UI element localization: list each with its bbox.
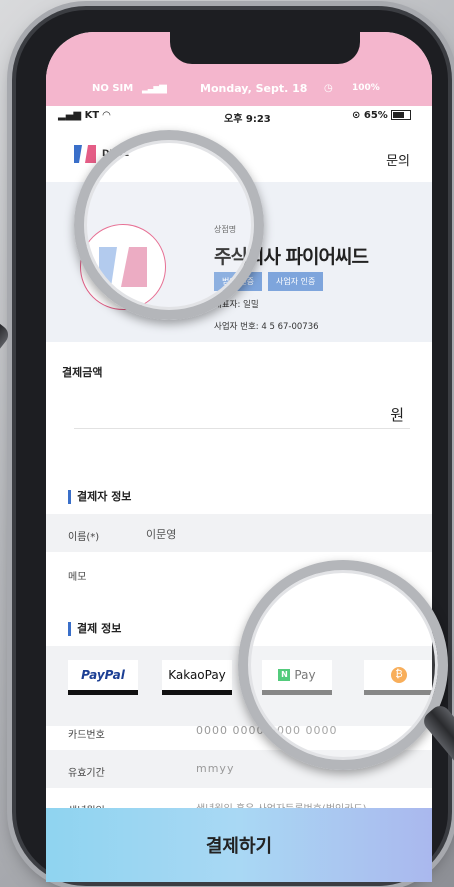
battery-percent: 65% (363, 110, 388, 121)
merchant-biz-number: 사업자 번호: 4 5 67-00736 (214, 322, 319, 332)
card-number-input[interactable]: 0000 0000 0000 0000 (196, 724, 337, 737)
status-time: 오후 9:23 (224, 114, 271, 125)
logo[interactable]: DENL (72, 142, 129, 166)
phone-screen: NO SIM ▂▃▅▆ Monday, Sept. 18 ◷ 100% ▂▄▆ … (46, 32, 432, 882)
npay-button[interactable]: N Pay (262, 660, 332, 695)
payer-memo-label: 메모 (68, 572, 87, 583)
merchant-label: 상점명 (214, 225, 237, 234)
app-header: DENL 문의 (46, 132, 432, 182)
payment-section-title: 결제 정보 (68, 622, 121, 636)
logo-text: DENL (102, 149, 129, 159)
merchant-ceo: 대표자: 일밀 (214, 300, 259, 310)
date-label: Monday, Sept. 18 (200, 81, 308, 95)
inquiry-link[interactable]: 문의 (386, 150, 410, 169)
card-number-label: 카드번호 (68, 730, 105, 741)
expiry-input[interactable]: mmyy (196, 762, 234, 775)
carrier-label: KT (84, 110, 100, 121)
signal-bars-icon: ▂▄▆ (58, 110, 85, 121)
pay-button[interactable]: 결제하기 (46, 808, 432, 882)
status-bar: ▂▄▆ KT ◠ 오후 9:23 ⊙ 65% (46, 108, 432, 126)
kakaopay-button[interactable]: KakaoPay (162, 660, 232, 695)
merchant-name: 주식회사 파이어씨드 (214, 246, 369, 268)
payer-section-title: 결제자 정보 (68, 490, 131, 504)
signal-icon: ▂▃▅▆ (142, 82, 167, 94)
phone-frame: NO SIM ▂▃▅▆ Monday, Sept. 18 ◷ 100% ▂▄▆ … (16, 10, 448, 882)
payer-name-row[interactable]: 이름(*) 이문영 (46, 514, 432, 552)
battery-label: 100% (352, 83, 380, 93)
expiry-label: 유효기간 (68, 768, 105, 779)
amount-title: 결제금액 (62, 366, 103, 379)
paypal-button[interactable]: PayPal (68, 660, 138, 695)
npay-icon: N (278, 669, 291, 681)
notch (170, 32, 360, 64)
wifi-icon: ◠ (102, 110, 111, 121)
clock-icon: ◷ (324, 82, 333, 94)
merchant-card: 상점명 주식회사 파이어씨드 법인 인증 사업자 인증 대표자: 일밀 사업자 … (46, 182, 432, 342)
amount-input[interactable]: 원 (74, 402, 410, 429)
npay-label: Pay (294, 668, 316, 682)
payer-name-value: 이문영 (146, 528, 177, 541)
badge-corporate: 법인 인증 (214, 272, 262, 291)
badge-business: 사업자 인증 (267, 272, 324, 291)
merchant-logo (80, 224, 166, 310)
expiry-row[interactable]: 유효기간 mmyy (46, 750, 432, 788)
bitcoin-icon: ₿ (391, 667, 407, 683)
battery-icon (391, 110, 412, 120)
logo-icon (74, 145, 96, 163)
magnifier-handle (0, 316, 13, 452)
payer-name-label: 이름(*) (68, 532, 100, 543)
alarm-icon: ⊙ (352, 110, 364, 121)
merchant-logo-icon (99, 247, 147, 287)
amount-unit: 원 (390, 406, 404, 424)
merchant-badges: 법인 인증 사업자 인증 (214, 272, 324, 291)
payer-memo-row[interactable]: 메모 (46, 554, 432, 592)
nosim-label: NO SIM (92, 82, 134, 94)
card-number-row[interactable]: 카드번호 0000 0000 0000 0000 (46, 712, 432, 750)
bitcoin-button[interactable]: ₿ (364, 660, 432, 695)
